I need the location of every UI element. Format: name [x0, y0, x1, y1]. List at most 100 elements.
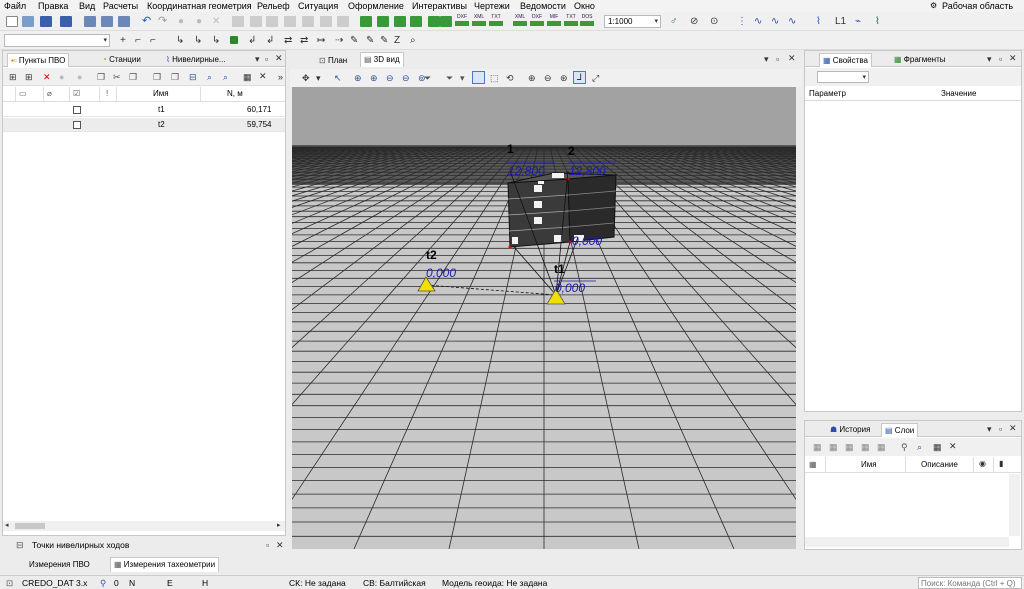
workspace-label[interactable]: Рабочая область — [942, 0, 1013, 12]
pin-icon[interactable]: ▫ — [999, 424, 1002, 434]
search2-icon[interactable]: ⌕ — [223, 72, 228, 82]
tool-m-icon[interactable]: ⊟ — [189, 72, 197, 82]
point-tool-icon[interactable]: + — [120, 35, 132, 46]
pen3-tool-icon[interactable]: ✎ — [380, 35, 392, 46]
menu-relief[interactable]: Рельеф — [257, 0, 290, 12]
chevron-down-icon[interactable]: ▾ — [255, 54, 260, 64]
tab-stations[interactable]: ◔ Станции — [99, 53, 144, 66]
tool-d-icon[interactable]: ⋮ — [737, 16, 749, 27]
select-icon[interactable]: ↖ — [334, 73, 342, 83]
tool-l-icon[interactable]: ❐ — [171, 72, 179, 82]
tool-k-icon[interactable]: ❐ — [153, 72, 161, 82]
bulb-icon[interactable]: ● — [178, 16, 190, 27]
edit3-tool-icon[interactable]: ↳ — [212, 35, 224, 46]
bulb-off-icon[interactable]: ● — [196, 16, 208, 27]
scroll-left-icon[interactable]: ◂ — [5, 521, 9, 531]
menu-design[interactable]: Оформление — [348, 0, 404, 12]
green-square-icon[interactable] — [230, 36, 238, 44]
tab-leveling[interactable]: ⌇ Нивелирные... — [163, 53, 229, 66]
tab-history[interactable]: ☗ История — [827, 423, 873, 436]
copy-tool3-icon[interactable] — [266, 16, 278, 27]
horizontal-scrollbar[interactable]: ◂ ▸ — [3, 521, 285, 531]
export-xml-button[interactable]: XML — [472, 14, 486, 29]
import-icon[interactable] — [360, 16, 372, 27]
open-file-icon[interactable] — [22, 16, 34, 27]
menu-drawings[interactable]: Чертежи — [474, 0, 510, 12]
column-n[interactable]: N, м — [227, 89, 243, 99]
import-dos-button[interactable]: DOS — [580, 14, 594, 29]
filter-funnel-icon[interactable]: ⏷ — [424, 73, 431, 83]
layers-scrollbar[interactable] — [1009, 474, 1020, 536]
tab-tacheometry[interactable]: ▦ Измерения тахеометрии — [110, 557, 220, 572]
close-icon[interactable]: ✕ — [788, 53, 796, 63]
axes2-icon[interactable]: ⤢ — [592, 73, 599, 83]
menu-interactives[interactable]: Интерактивы — [412, 0, 467, 12]
layer-add-icon[interactable]: ▦ — [813, 442, 822, 452]
row-checkbox[interactable] — [73, 121, 81, 129]
menu-window[interactable]: Окно — [574, 0, 595, 12]
arrow-tool-icon[interactable]: ↦ — [317, 35, 329, 46]
chevron-down-icon[interactable]: ▾ — [987, 424, 992, 434]
zoom-window-icon[interactable]: ⊕ — [370, 73, 378, 83]
properties-select[interactable]: ▾ — [817, 71, 869, 83]
import3-icon[interactable] — [394, 16, 406, 27]
undo-icon[interactable]: ↶ — [142, 16, 154, 27]
chevron-more-icon[interactable]: » — [278, 72, 283, 82]
tab-layers[interactable]: ▤ Слои — [881, 423, 919, 437]
layer-table-icon[interactable]: ▦ — [933, 442, 942, 452]
layer-add4-icon[interactable]: ▦ — [861, 442, 870, 452]
table-row[interactable]: t1 60,171 — [3, 103, 285, 117]
copy-tool-icon[interactable] — [232, 16, 244, 27]
tools-icon[interactable]: ✕ — [259, 71, 267, 81]
swap2-tool-icon[interactable]: ⇄ — [300, 35, 312, 46]
add-point-icon[interactable]: ⊞ — [9, 72, 17, 82]
tab-properties[interactable]: ▦ Свойства — [819, 53, 872, 67]
import4-icon[interactable] — [410, 16, 422, 27]
menu-reports[interactable]: Ведомости — [520, 0, 566, 12]
new-file-icon[interactable] — [6, 16, 18, 27]
tool-j-icon[interactable]: ⌇ — [875, 16, 887, 27]
tab-3d-view[interactable]: ▤ 3D вид — [360, 52, 404, 67]
zoom-in-icon[interactable]: ⊕ — [354, 73, 362, 83]
table-row[interactable]: t2 59,754 — [3, 118, 285, 132]
pan-icon[interactable]: ✥ — [302, 73, 310, 83]
line-tool-icon[interactable]: ↲ — [248, 35, 260, 46]
scroll-thumb[interactable] — [15, 523, 45, 529]
pen-tool-icon[interactable]: ✎ — [350, 35, 362, 46]
print-preview-icon[interactable] — [101, 16, 113, 27]
close-icon[interactable]: ✕ — [1009, 53, 1017, 63]
import-xml-button[interactable]: XML — [513, 14, 527, 29]
layer-search-icon[interactable]: ⌕ — [917, 442, 922, 452]
orbit-icon[interactable]: ⊛ — [560, 73, 568, 83]
edit2-tool-icon[interactable]: ↳ — [194, 35, 206, 46]
save-icon[interactable] — [40, 16, 52, 27]
tool-e-icon[interactable]: ∿ — [754, 16, 766, 27]
polyline-tool-icon[interactable]: ⌐ — [135, 35, 147, 46]
tool-c-icon[interactable]: ⊙ — [710, 16, 722, 27]
close-icon[interactable]: ✕ — [275, 53, 283, 63]
axes-icon[interactable]: ⅃ — [573, 71, 586, 84]
cut-icon[interactable] — [320, 16, 332, 27]
layer-add3-icon[interactable]: ▦ — [845, 442, 854, 452]
layer-tools-icon[interactable]: ✕ — [949, 441, 957, 451]
menu-edit[interactable]: Правка — [38, 0, 68, 12]
command-search-input[interactable] — [918, 577, 1022, 589]
bulb-icon[interactable]: ● — [59, 72, 64, 82]
bulb-off-icon[interactable]: ● — [77, 72, 82, 82]
tool-i-icon[interactable]: ⌁ — [855, 16, 867, 27]
globe2-icon[interactable]: ⊖ — [544, 73, 552, 83]
import-mif-button[interactable]: MIF — [547, 14, 561, 29]
tool-h-icon[interactable]: ⌇ — [816, 16, 828, 27]
export-txt-button[interactable]: TXT — [489, 14, 503, 29]
print-icon[interactable] — [84, 16, 96, 27]
menu-file[interactable]: Файл — [4, 0, 26, 12]
table-icon[interactable]: ▦ — [243, 72, 252, 82]
frame-tool-button[interactable] — [472, 71, 485, 84]
scale-select[interactable]: 1:1000 ▾ — [604, 15, 661, 28]
save-as-icon[interactable] — [60, 16, 72, 27]
z-tool-icon[interactable]: Z — [394, 35, 406, 46]
layer-props-icon[interactable]: ⚲ — [901, 442, 908, 452]
import5-icon[interactable] — [428, 16, 440, 27]
menu-calculations[interactable]: Расчеты — [103, 0, 138, 12]
paste-icon[interactable]: ❐ — [129, 72, 137, 82]
